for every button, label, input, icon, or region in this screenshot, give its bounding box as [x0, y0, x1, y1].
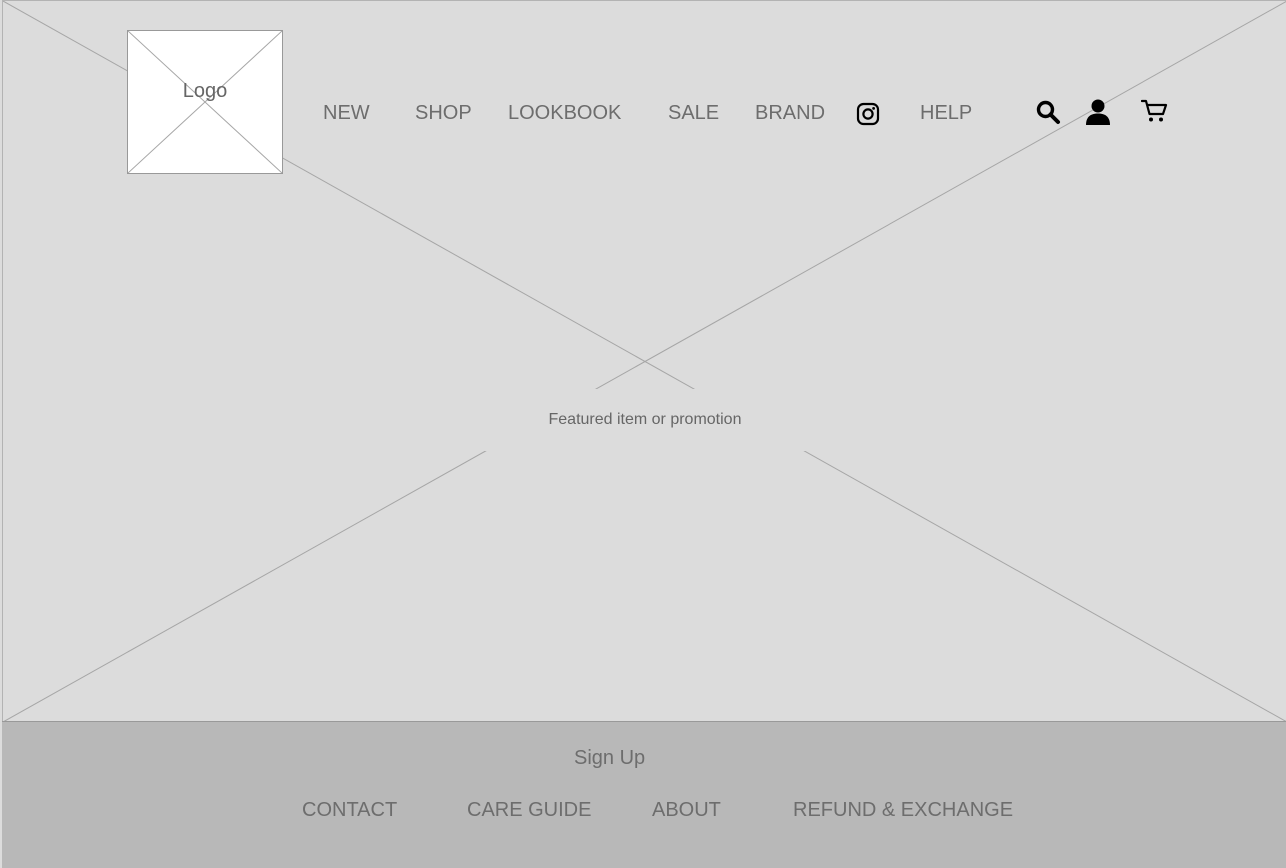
logo-label: Logo	[182, 80, 228, 102]
nav-brand[interactable]: BRAND	[755, 102, 825, 125]
footer-link-about[interactable]: ABOUT	[652, 799, 721, 822]
footer-link-refund-exchange[interactable]: REFUND & EXCHANGE	[793, 799, 1013, 822]
page: Featured item or promotion Logo NEW SHOP…	[0, 0, 1286, 868]
nav-shop[interactable]: SHOP	[415, 102, 472, 125]
cart-icon[interactable]	[1140, 98, 1169, 124]
instagram-icon[interactable]	[856, 102, 880, 126]
nav-help[interactable]: HELP	[920, 102, 972, 125]
signup-link[interactable]: Sign Up	[574, 747, 645, 770]
search-icon[interactable]	[1035, 99, 1061, 125]
nav-new[interactable]: NEW	[323, 102, 370, 125]
hero-caption: Featured item or promotion	[460, 389, 830, 451]
hero-caption-text: Featured item or promotion	[548, 411, 742, 428]
nav-sale[interactable]: SALE	[668, 102, 719, 125]
footer-link-care-guide[interactable]: CARE GUIDE	[467, 799, 591, 822]
nav-lookbook[interactable]: LOOKBOOK	[508, 102, 621, 125]
logo[interactable]: Logo	[127, 30, 283, 174]
footer-link-contact[interactable]: CONTACT	[302, 799, 397, 822]
user-icon[interactable]	[1084, 98, 1112, 126]
footer: Sign Up CONTACT CARE GUIDE ABOUT REFUND …	[2, 721, 1286, 868]
